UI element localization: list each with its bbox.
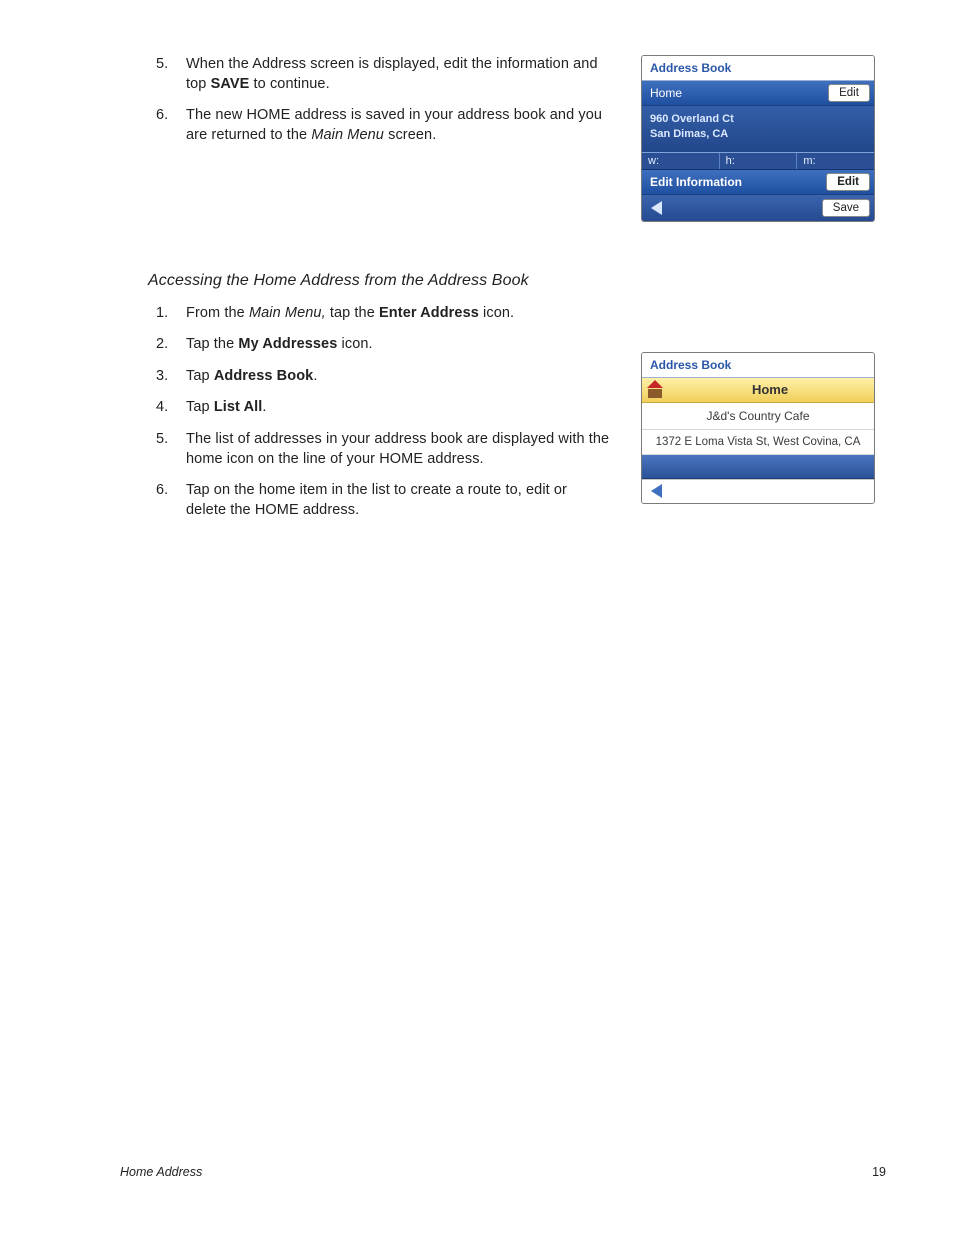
- text: Tap the: [186, 336, 238, 352]
- row-2: 1. From the Main Menu, tap the Enter Add…: [120, 304, 886, 533]
- text: Tap: [186, 399, 214, 415]
- edit-button[interactable]: Edit: [828, 84, 870, 102]
- text-bold: Address Book: [214, 368, 314, 384]
- item-body: Tap on the home item in the list to crea…: [186, 481, 611, 520]
- item-number: 2.: [156, 335, 186, 355]
- mock-footer: [642, 479, 874, 503]
- text-bold: My Addresses: [238, 336, 337, 352]
- text: icon.: [337, 336, 372, 352]
- address-line: 960 Overland Ct: [650, 112, 866, 127]
- tab-work[interactable]: w:: [642, 153, 720, 169]
- list-item: 4. Tap List All.: [156, 398, 611, 418]
- mock-home-row: Home Edit: [642, 81, 874, 106]
- section2-list: 1. From the Main Menu, tap the Enter Add…: [120, 304, 611, 521]
- back-icon[interactable]: [651, 201, 662, 215]
- section1-text: 5. When the Address screen is displayed,…: [120, 55, 611, 222]
- list-item: 3. Tap Address Book.: [156, 367, 611, 387]
- list-row[interactable]: 1372 E Loma Vista St, West Covina, CA: [642, 430, 874, 455]
- page-number: 19: [872, 1165, 886, 1179]
- tab-home[interactable]: h:: [720, 153, 798, 169]
- save-button[interactable]: Save: [822, 199, 870, 217]
- address-block: 960 Overland Ct San Dimas, CA: [642, 106, 874, 152]
- footer-left: Home Address: [120, 1165, 202, 1179]
- item-body: When the Address screen is displayed, ed…: [186, 55, 611, 94]
- figure-2: Address Book Home J&d's Country Cafe 137…: [641, 304, 886, 533]
- empty-row: [642, 455, 874, 479]
- page: 5. When the Address screen is displayed,…: [0, 0, 954, 1235]
- tab-mobile[interactable]: m:: [797, 153, 874, 169]
- item-number: 5.: [156, 55, 186, 94]
- text-italic: Main Menu,: [249, 305, 326, 321]
- address-line: San Dimas, CA: [650, 127, 866, 142]
- section2-text: 1. From the Main Menu, tap the Enter Add…: [120, 304, 611, 533]
- figure-1: Address Book Home Edit 960 Overland Ct S…: [641, 55, 886, 222]
- item-body: Tap Address Book.: [186, 367, 611, 387]
- home-row[interactable]: Home: [642, 378, 874, 403]
- text: Tap: [186, 368, 214, 384]
- text-bold: Enter Address: [379, 305, 479, 321]
- item-body: Tap List All.: [186, 398, 611, 418]
- mockup-edit-address: Address Book Home Edit 960 Overland Ct S…: [641, 55, 875, 222]
- text: icon.: [479, 305, 514, 321]
- text: tap the: [326, 305, 379, 321]
- list-item: 1. From the Main Menu, tap the Enter Add…: [156, 304, 611, 324]
- text: screen.: [384, 127, 436, 143]
- page-footer: Home Address 19: [120, 1165, 886, 1179]
- row-1: 5. When the Address screen is displayed,…: [120, 55, 886, 222]
- list-item: 6. The new HOME address is saved in your…: [156, 106, 611, 145]
- text-bold: List All: [214, 399, 263, 415]
- item-body: From the Main Menu, tap the Enter Addres…: [186, 304, 611, 324]
- item-number: 4.: [156, 398, 186, 418]
- text-bold: SAVE: [211, 76, 250, 92]
- text: .: [262, 399, 266, 415]
- list-item: 5. When the Address screen is displayed,…: [156, 55, 611, 94]
- item-number: 5.: [156, 430, 186, 469]
- item-number: 6.: [156, 481, 186, 520]
- edit-info-row: Edit Information Edit: [642, 170, 874, 195]
- section1-list: 5. When the Address screen is displayed,…: [120, 55, 611, 145]
- home-icon: [648, 382, 664, 398]
- phone-tabs: w: h: m:: [642, 152, 874, 170]
- mock-title: Address Book: [642, 353, 874, 378]
- mockup-address-list: Address Book Home J&d's Country Cafe 137…: [641, 352, 875, 504]
- mock-footer: Save: [642, 195, 874, 221]
- text-italic: Main Menu: [311, 127, 384, 143]
- item-body: The list of addresses in your address bo…: [186, 430, 611, 469]
- edit-info-label: Edit Information: [650, 175, 742, 189]
- text: .: [313, 368, 317, 384]
- item-number: 3.: [156, 367, 186, 387]
- item-body: The new HOME address is saved in your ad…: [186, 106, 611, 145]
- text: From the: [186, 305, 249, 321]
- list-row[interactable]: J&d's Country Cafe: [642, 403, 874, 430]
- list-item: 6. Tap on the home item in the list to c…: [156, 481, 611, 520]
- list-item: 2. Tap the My Addresses icon.: [156, 335, 611, 355]
- edit-button[interactable]: Edit: [826, 173, 870, 191]
- home-label: Home: [650, 86, 682, 100]
- section-heading: Accessing the Home Address from the Addr…: [148, 272, 886, 290]
- item-number: 1.: [156, 304, 186, 324]
- home-row-label: Home: [672, 382, 868, 397]
- list-item: 5. The list of addresses in your address…: [156, 430, 611, 469]
- item-number: 6.: [156, 106, 186, 145]
- item-body: Tap the My Addresses icon.: [186, 335, 611, 355]
- mock-title: Address Book: [642, 56, 874, 81]
- text: to continue.: [249, 76, 329, 92]
- back-icon[interactable]: [651, 484, 662, 498]
